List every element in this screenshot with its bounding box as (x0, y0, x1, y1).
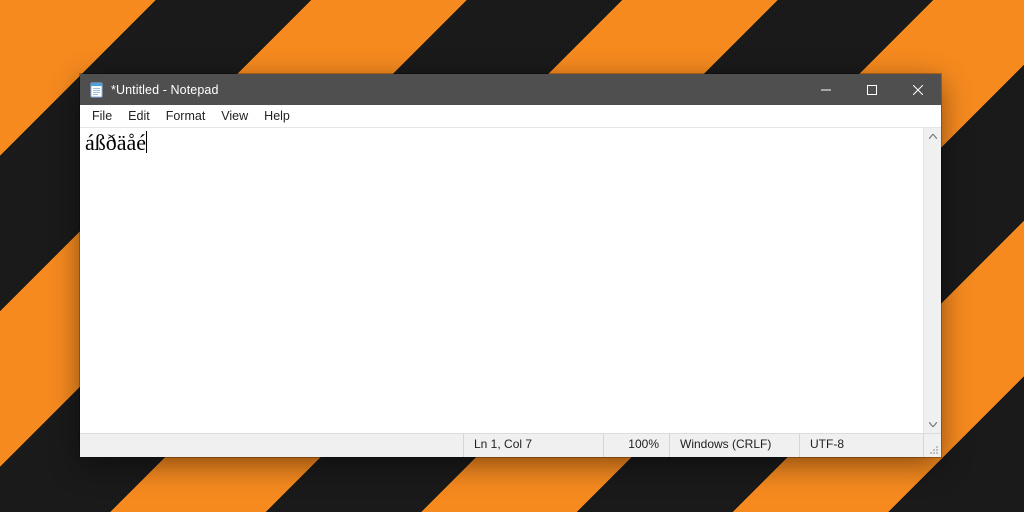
minimize-button[interactable] (803, 74, 849, 105)
app-icon (89, 82, 105, 98)
resize-grip[interactable] (923, 434, 941, 457)
menu-edit[interactable]: Edit (120, 107, 158, 125)
status-encoding: UTF-8 (799, 434, 923, 457)
close-icon (913, 85, 923, 95)
text-caret (146, 131, 147, 153)
maximize-icon (867, 85, 877, 95)
notepad-window: *Untitled - Notepad File Edit Format Vie… (80, 74, 941, 457)
status-spacer (80, 434, 463, 457)
menu-view[interactable]: View (213, 107, 256, 125)
scroll-down-icon[interactable] (924, 416, 941, 433)
scroll-up-icon[interactable] (924, 128, 941, 145)
menu-format[interactable]: Format (158, 107, 214, 125)
status-eol: Windows (CRLF) (669, 434, 799, 457)
menu-bar: File Edit Format View Help (80, 105, 941, 128)
resize-grip-icon (928, 444, 939, 455)
menu-help[interactable]: Help (256, 107, 298, 125)
minimize-icon (821, 85, 831, 95)
menu-file[interactable]: File (84, 107, 120, 125)
window-title: *Untitled - Notepad (111, 83, 219, 97)
editor-content: áßðäåé (85, 130, 146, 155)
editor-area: áßðäåé (80, 128, 941, 433)
close-button[interactable] (895, 74, 941, 105)
title-bar[interactable]: *Untitled - Notepad (80, 74, 941, 105)
text-editor[interactable]: áßðäåé (80, 128, 923, 433)
vertical-scrollbar[interactable] (923, 128, 941, 433)
status-zoom: 100% (603, 434, 669, 457)
status-bar: Ln 1, Col 7 100% Windows (CRLF) UTF-8 (80, 433, 941, 457)
maximize-button[interactable] (849, 74, 895, 105)
status-line-col: Ln 1, Col 7 (463, 434, 603, 457)
